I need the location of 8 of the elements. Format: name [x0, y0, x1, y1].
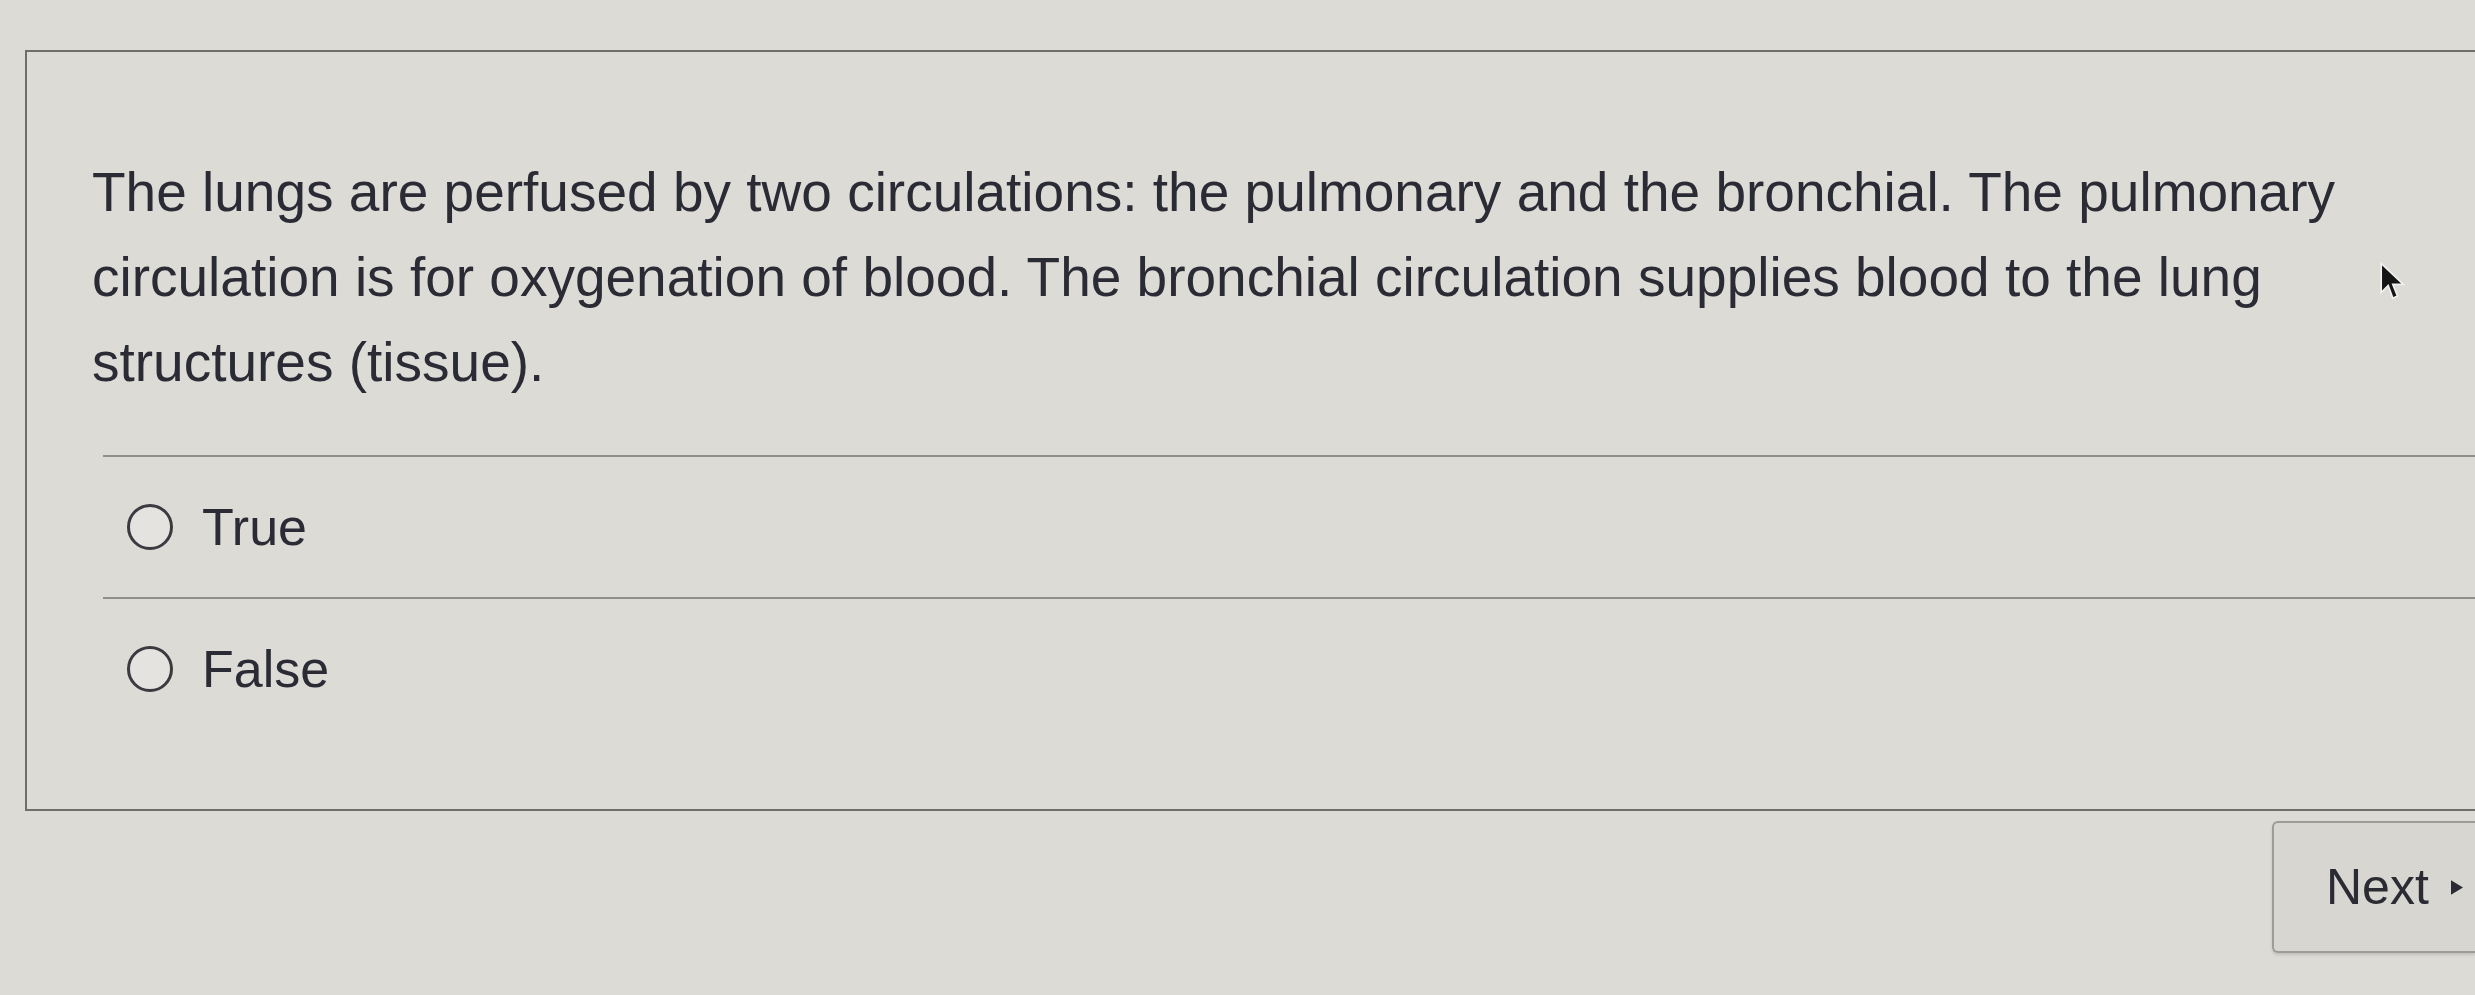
pointer-cursor-icon — [2380, 262, 2408, 302]
next-button[interactable]: Next — [2272, 821, 2475, 953]
caret-icon — [2450, 879, 2463, 895]
radio-button[interactable] — [127, 646, 173, 692]
option-label[interactable]: True — [202, 496, 307, 558]
option-label[interactable]: False — [202, 638, 330, 700]
radio-button[interactable] — [127, 504, 173, 550]
question-text: The lungs are perfused by two circulations: the pulmonary and the bronchial. The pulmonary circulation is for oxygenation of blood. The bronchial circulation supplies blood to the lung structures (tissue). — [92, 160, 2337, 395]
